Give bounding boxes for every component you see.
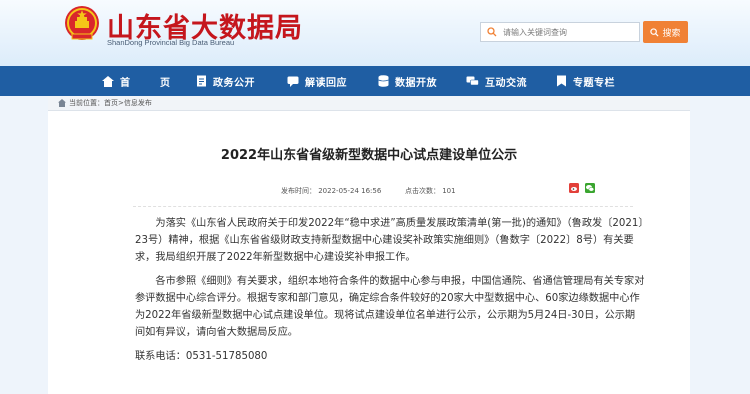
article-panel: 2022年山东省省级新型数据中心试点建设单位公示 发布时间： 2022-05-2…: [48, 111, 690, 394]
comments-icon: [466, 76, 479, 85]
breadcrumb-text[interactable]: 当前位置：首页>信息发布: [69, 98, 152, 108]
nav-item-special-topics[interactable]: 专题专栏: [556, 66, 615, 96]
paragraph: 各市参照《细则》有关要求，组织本地符合条件的数据中心参与申报，中国信通院、省通信…: [135, 276, 645, 338]
chat-bubble-icon: [287, 76, 299, 87]
database-icon: [378, 75, 389, 87]
hit-count: 点击次数： 101: [405, 187, 456, 195]
site-header: 山东省大数据局 ShanDong Provincial Big Data Bur…: [0, 0, 750, 66]
national-emblem-icon: [65, 6, 99, 40]
article-title: 2022年山东省省级新型数据中心试点建设单位公示: [220, 148, 518, 163]
site-subtitle: ShanDong Provincial Big Data Bureau: [107, 38, 235, 47]
document-icon: [197, 75, 206, 87]
nav-item-home[interactable]: 首 页: [102, 66, 196, 96]
bookmark-icon: [557, 75, 566, 87]
nav-item-data-open[interactable]: 数据开放: [378, 66, 466, 96]
weibo-share-icon[interactable]: [569, 183, 579, 193]
search-input[interactable]: [503, 27, 633, 37]
search-button[interactable]: 搜索: [643, 21, 688, 43]
nav-item-gov-affairs[interactable]: 政务公开: [196, 66, 287, 96]
search-box[interactable]: [480, 22, 640, 42]
article-body: 为落实《山东省人民政府关于印发2022年“稳中求进”高质量发展政策清单(第一批)…: [135, 215, 645, 372]
wechat-share-icon[interactable]: [585, 183, 595, 193]
home-icon: [102, 75, 114, 87]
home-icon: [58, 99, 66, 107]
breadcrumb: 当前位置：首页>信息发布: [48, 96, 690, 111]
search-icon: [650, 27, 659, 37]
contact-phone: 联系电话：0531-51785080: [135, 351, 268, 362]
search-button-label: 搜索: [662, 28, 681, 39]
nav-item-interpretation[interactable]: 解读回应: [287, 66, 378, 96]
nav-item-interaction[interactable]: 互动交流: [466, 66, 556, 96]
paragraph: 为落实《山东省人民政府关于印发2022年“稳中求进”高质量发展政策清单(第一批)…: [135, 218, 644, 263]
divider: [133, 206, 633, 207]
publish-time: 发布时间： 2022-05-24 16:56: [281, 187, 382, 195]
main-nav: 首 页 政务公开 解读回应 数据开放 互动交流 专题专栏: [0, 66, 750, 96]
search-icon: [481, 23, 503, 41]
